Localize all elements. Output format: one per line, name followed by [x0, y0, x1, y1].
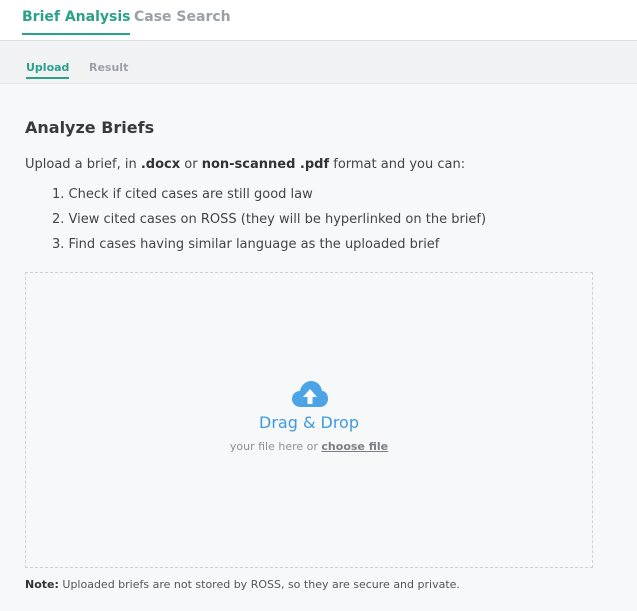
- subtab-result[interactable]: Result: [89, 61, 128, 77]
- list-item: 2. View cited cases on ROSS (they will b…: [52, 212, 487, 227]
- intro-pdf: non-scanned .pdf: [201, 157, 330, 172]
- file-dropzone[interactable]: Drag & Drop your file here or choose fil…: [25, 272, 593, 568]
- choose-file-link[interactable]: choose file: [321, 440, 388, 453]
- page-title: Analyze Briefs: [25, 118, 155, 137]
- intro-suffix: format and you can:: [329, 157, 466, 172]
- feature-list: 1. Check if cited cases are still good l…: [52, 186, 486, 261]
- intro-or: or: [180, 157, 202, 172]
- privacy-note: Note: Uploaded briefs are not stored by …: [25, 578, 460, 591]
- tab-brief-analysis[interactable]: Brief Analysis: [22, 9, 131, 35]
- drag-drop-subtitle: your file here or choose file: [26, 440, 592, 453]
- list-item: 1. Check if cited cases are still good l…: [52, 187, 313, 202]
- note-text: Uploaded briefs are not stored by ROSS, …: [58, 578, 460, 591]
- drag-drop-title: Drag & Drop: [259, 413, 359, 432]
- intro-docx: .docx: [140, 157, 181, 172]
- note-label: Note:: [25, 578, 59, 591]
- drag-drop-prefix: your file here or: [229, 440, 322, 453]
- list-item: 3. Find cases having similar language as…: [52, 237, 440, 252]
- cloud-upload-icon: [292, 381, 328, 413]
- sub-nav: Upload Result: [0, 41, 637, 84]
- tab-case-search[interactable]: Case Search: [134, 9, 231, 33]
- intro-text: Upload a brief, in .docx or non-scanned …: [25, 157, 465, 172]
- subtab-upload[interactable]: Upload: [26, 61, 70, 79]
- top-nav: Brief Analysis Case Search: [0, 0, 637, 41]
- intro-prefix: Upload a brief, in: [25, 157, 141, 172]
